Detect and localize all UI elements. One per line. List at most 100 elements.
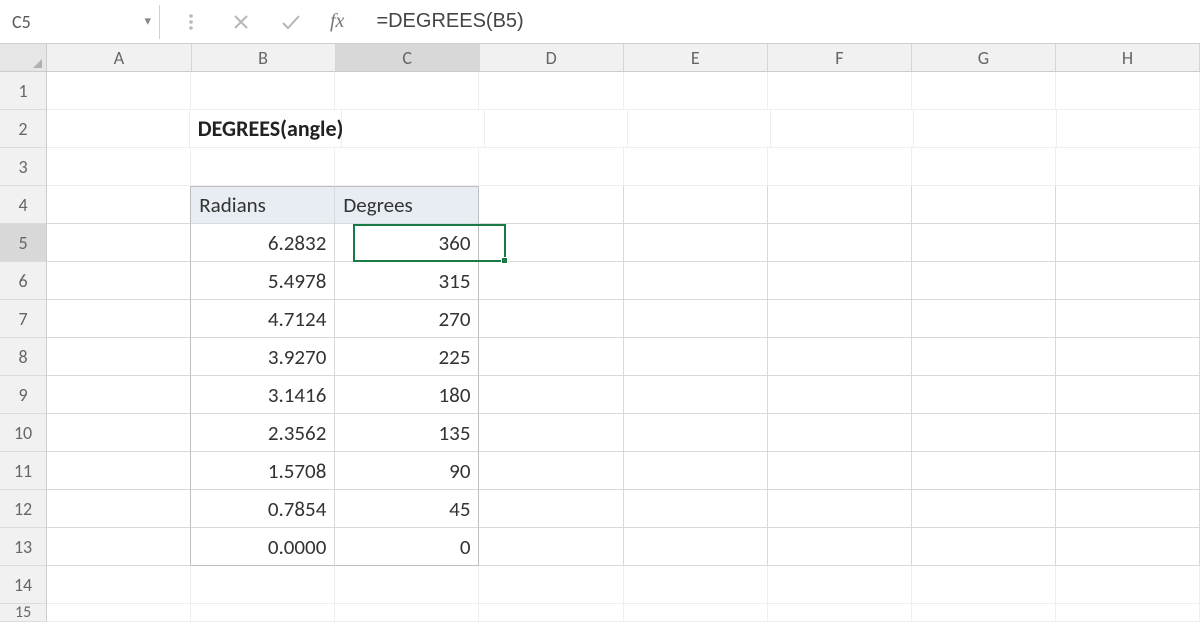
cell-C4[interactable]: Degrees: [335, 186, 479, 224]
name-box[interactable]: C5 ▾: [0, 5, 160, 39]
cell-C8[interactable]: 225: [335, 338, 479, 376]
cell-A12[interactable]: [47, 490, 191, 528]
cell-A3[interactable]: [47, 148, 191, 186]
cell-C1[interactable]: [335, 72, 479, 110]
chevron-down-icon[interactable]: ▾: [144, 14, 151, 29]
cell-D2[interactable]: [485, 110, 628, 148]
cell-H5[interactable]: [1056, 224, 1200, 262]
cell-D5[interactable]: [479, 224, 623, 262]
col-header-E[interactable]: E: [624, 44, 768, 71]
row-header-7[interactable]: 7: [0, 300, 47, 338]
cell-B9[interactable]: 3.1416: [191, 376, 335, 414]
col-header-G[interactable]: G: [912, 44, 1056, 71]
cell-F3[interactable]: [768, 148, 912, 186]
cell-G10[interactable]: [912, 414, 1056, 452]
cell-G14[interactable]: [912, 566, 1056, 604]
cell-B12[interactable]: 0.7854: [191, 490, 335, 528]
cell-E8[interactable]: [624, 338, 768, 376]
cell-A4[interactable]: [47, 186, 191, 224]
cell-F4[interactable]: [768, 186, 912, 224]
cell-D3[interactable]: [479, 148, 623, 186]
row-header-5[interactable]: 5: [0, 224, 47, 262]
cell-H4[interactable]: [1056, 186, 1200, 224]
cell-B11[interactable]: 1.5708: [191, 452, 335, 490]
fx-icon[interactable]: fx: [330, 10, 344, 33]
cell-C12[interactable]: 45: [335, 490, 479, 528]
cell-F14[interactable]: [768, 566, 912, 604]
cell-A6[interactable]: [47, 262, 191, 300]
col-header-A[interactable]: A: [47, 44, 191, 71]
row-header-10[interactable]: 10: [0, 414, 47, 452]
cell-A2[interactable]: [47, 110, 190, 148]
cell-C11[interactable]: 90: [335, 452, 479, 490]
cell-C15[interactable]: [335, 604, 479, 622]
cell-H2[interactable]: [1057, 110, 1200, 148]
cell-A9[interactable]: [47, 376, 191, 414]
cell-B5[interactable]: 6.2832: [191, 224, 335, 262]
cancel-icon[interactable]: [230, 11, 252, 33]
cell-F9[interactable]: [768, 376, 912, 414]
row-header-4[interactable]: 4: [0, 186, 47, 224]
cell-H1[interactable]: [1056, 72, 1200, 110]
cell-H12[interactable]: [1056, 490, 1200, 528]
cell-F10[interactable]: [768, 414, 912, 452]
cell-E1[interactable]: [624, 72, 768, 110]
cell-G6[interactable]: [912, 262, 1056, 300]
col-header-C[interactable]: C: [336, 44, 480, 71]
cell-A11[interactable]: [47, 452, 191, 490]
cell-D4[interactable]: [479, 186, 623, 224]
cell-E9[interactable]: [624, 376, 768, 414]
cell-G15[interactable]: [912, 604, 1056, 622]
cell-E2[interactable]: [628, 110, 771, 148]
cell-B6[interactable]: 5.4978: [191, 262, 335, 300]
cell-E6[interactable]: [624, 262, 768, 300]
cell-H14[interactable]: [1056, 566, 1200, 604]
cell-B8[interactable]: 3.9270: [191, 338, 335, 376]
cell-G12[interactable]: [912, 490, 1056, 528]
cell-G5[interactable]: [912, 224, 1056, 262]
cell-H13[interactable]: [1056, 528, 1200, 566]
more-icon[interactable]: [180, 11, 202, 33]
cell-G1[interactable]: [912, 72, 1056, 110]
row-header-6[interactable]: 6: [0, 262, 47, 300]
cell-F6[interactable]: [768, 262, 912, 300]
cell-E10[interactable]: [624, 414, 768, 452]
cell-F11[interactable]: [768, 452, 912, 490]
cell-H11[interactable]: [1056, 452, 1200, 490]
row-header-2[interactable]: 2: [0, 110, 47, 148]
cell-C7[interactable]: 270: [335, 300, 479, 338]
worksheet-grid[interactable]: 1 2 DEGREES(angle) 3 4: [0, 72, 1200, 622]
cell-G8[interactable]: [912, 338, 1056, 376]
cell-D14[interactable]: [479, 566, 623, 604]
cell-G9[interactable]: [912, 376, 1056, 414]
cell-D13[interactable]: [479, 528, 623, 566]
cell-E15[interactable]: [624, 604, 768, 622]
cell-F8[interactable]: [768, 338, 912, 376]
cell-E7[interactable]: [624, 300, 768, 338]
cell-A8[interactable]: [47, 338, 191, 376]
cell-D15[interactable]: [479, 604, 623, 622]
row-header-9[interactable]: 9: [0, 376, 47, 414]
cell-B3[interactable]: [191, 148, 335, 186]
cell-C2[interactable]: [342, 110, 485, 148]
cell-E14[interactable]: [624, 566, 768, 604]
cell-B1[interactable]: [191, 72, 335, 110]
row-header-11[interactable]: 11: [0, 452, 47, 490]
row-header-14[interactable]: 14: [0, 566, 47, 604]
cell-H3[interactable]: [1056, 148, 1200, 186]
cell-F5[interactable]: [768, 224, 912, 262]
cell-D6[interactable]: [479, 262, 623, 300]
cell-H9[interactable]: [1056, 376, 1200, 414]
cell-D9[interactable]: [479, 376, 623, 414]
cell-H8[interactable]: [1056, 338, 1200, 376]
col-header-H[interactable]: H: [1056, 44, 1200, 71]
cell-H15[interactable]: [1056, 604, 1200, 622]
cell-B2[interactable]: DEGREES(angle): [190, 110, 342, 148]
cell-F12[interactable]: [768, 490, 912, 528]
cell-F2[interactable]: [771, 110, 914, 148]
cell-E5[interactable]: [624, 224, 768, 262]
cell-C14[interactable]: [335, 566, 479, 604]
cell-G2[interactable]: [914, 110, 1057, 148]
cell-B13[interactable]: 0.0000: [191, 528, 335, 566]
cell-G3[interactable]: [912, 148, 1056, 186]
